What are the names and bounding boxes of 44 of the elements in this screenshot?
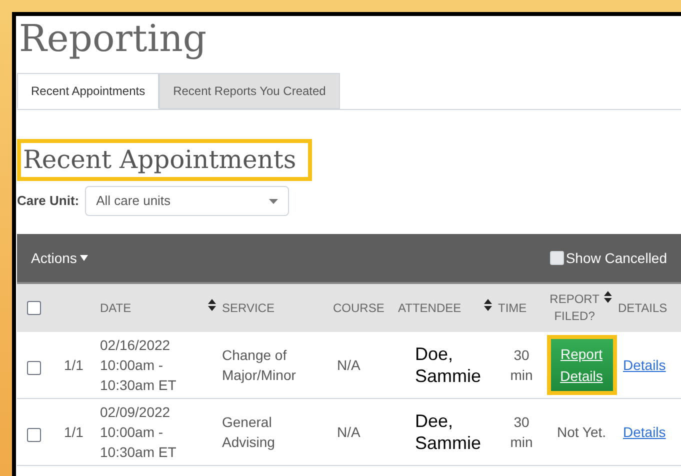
table-cell-text: Change of Major/Minor	[222, 346, 297, 385]
column-header: DATE	[100, 300, 132, 317]
row-checkbox[interactable]	[27, 361, 41, 375]
section-heading: Recent Appointments	[17, 139, 312, 181]
column-header: ATTENDEE	[398, 300, 462, 317]
table-cell-text: 10:30am ET	[100, 376, 178, 395]
table-cell-text: Dee, Sammie	[414, 410, 482, 454]
details-link[interactable]: Details	[618, 422, 681, 442]
show-cancelled-label: Show Cancelled	[566, 248, 667, 268]
sort-icon[interactable]	[604, 291, 612, 303]
sort-icon[interactable]	[484, 299, 492, 311]
select-all-checkbox[interactable]	[27, 301, 41, 315]
page-title: Reporting	[18, 16, 208, 61]
table-cell-text: Doe, Sammie	[414, 343, 482, 387]
actions-menu[interactable]: Actions	[31, 248, 88, 268]
table-cell-text: 10:00am -	[100, 356, 164, 375]
table-cell-text: N/A	[336, 356, 362, 374]
tab[interactable]: Recent Appointments	[17, 73, 160, 109]
column-header: TIME	[498, 300, 527, 317]
show-cancelled-checkbox[interactable]	[550, 251, 564, 265]
caret-icon	[80, 255, 88, 261]
table-cell-text: 02/09/2022	[100, 403, 172, 422]
table-cell-text: 30 min	[509, 346, 534, 385]
sort-icon[interactable]	[208, 299, 216, 311]
tab[interactable]: Recent Reports You Created	[159, 73, 340, 109]
table-cell-text: 02/16/2022	[100, 336, 172, 355]
table-cell-text: General Advising	[222, 413, 276, 452]
column-header: SERVICE	[222, 300, 274, 317]
column-header: REPORT FILED?	[548, 291, 600, 325]
table-cell-text: Not Yet.	[556, 422, 606, 442]
table-cell-text: N/A	[336, 422, 362, 442]
column-header: DETAILS	[618, 300, 668, 317]
caret-icon	[269, 198, 278, 204]
care-unit-label: Care Unit:	[17, 192, 80, 210]
care-unit-select[interactable]: All care units	[85, 186, 290, 216]
column-header: COURSE	[333, 300, 384, 317]
report-details-button[interactable]: Report Details	[550, 339, 612, 391]
row-checkbox[interactable]	[27, 428, 41, 442]
table-cell-text: 10:30am ET	[100, 443, 178, 462]
table-cell-text: 10:00am -	[100, 423, 164, 442]
table-cell-text: 30 min	[509, 413, 534, 452]
details-link[interactable]: Details	[618, 354, 681, 376]
table-cell-text: 1/1	[63, 422, 84, 442]
table-cell-text: 1/1	[63, 356, 84, 374]
